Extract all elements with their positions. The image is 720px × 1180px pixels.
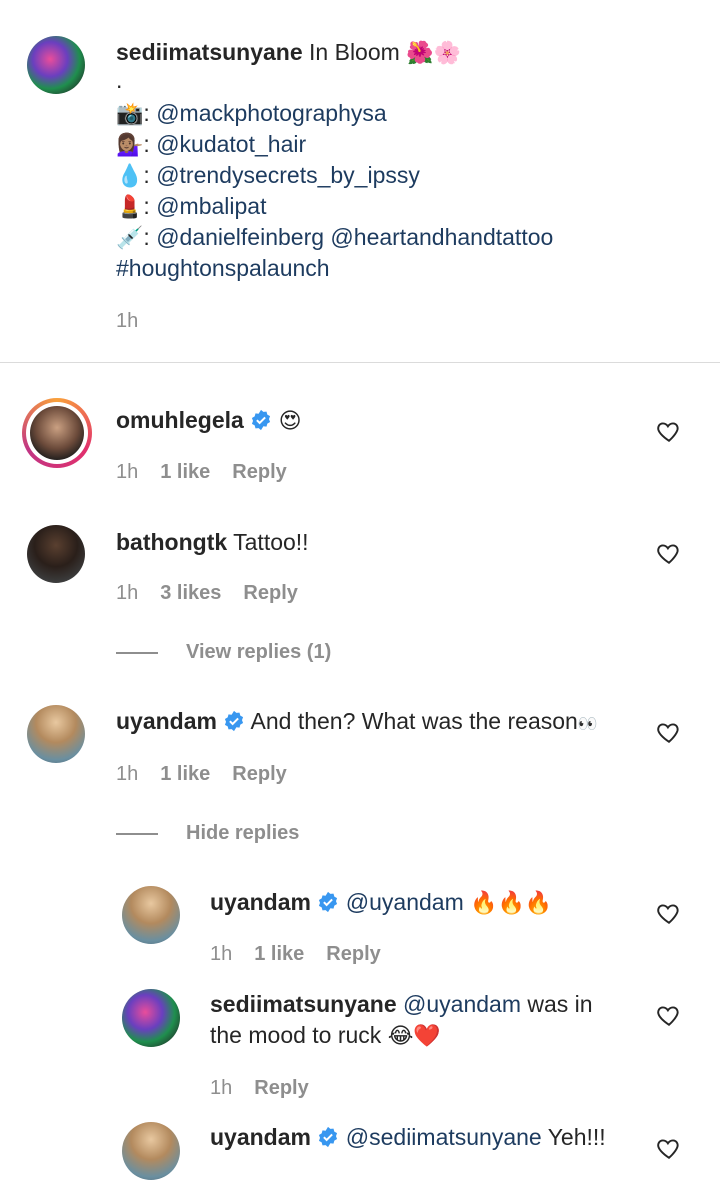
reply-username[interactable]: uyandam <box>210 1124 311 1150</box>
like-heart-icon[interactable] <box>656 1002 682 1028</box>
reply-username[interactable]: sediimatsunyane <box>210 991 397 1017</box>
syringe-icon: 💉 <box>116 225 144 250</box>
comment-likes[interactable]: 3 likes <box>160 582 221 604</box>
caption-dot: . <box>116 67 123 93</box>
reply-meta: 1h Reply <box>210 1077 331 1100</box>
comment-meta: 1h 1 like Reply <box>116 763 309 786</box>
commenter-avatar[interactable] <box>22 398 92 468</box>
commenter-avatar[interactable] <box>122 989 180 1047</box>
commenter-avatar[interactable] <box>122 1122 180 1180</box>
credit-line: 💧: @trendysecrets_by_ipssy <box>116 160 420 191</box>
reply-meta: 1h 1 like Reply <box>210 943 403 966</box>
reply-likes[interactable]: 1 like <box>254 943 304 965</box>
comment-time: 1h <box>116 461 139 483</box>
reply-text: Yeh!!! <box>547 1124 606 1150</box>
mention-link[interactable]: @uyandam <box>403 991 521 1017</box>
caption-text: In Bloom <box>309 39 400 65</box>
credit-handle[interactable]: @trendysecrets_by_ipssy <box>156 162 420 188</box>
reply-button[interactable]: Reply <box>232 763 286 785</box>
verified-badge-icon <box>319 1126 338 1148</box>
reply-body: uyandam @sediimatsunyane Yeh!!! <box>210 1122 606 1153</box>
credit-line: 💉: @danielfeinberg @heartandhandtattoo <box>116 222 553 253</box>
replies-line <box>116 652 158 654</box>
reply-button[interactable]: Reply <box>254 1077 308 1099</box>
mention-link[interactable]: @uyandam <box>346 889 464 915</box>
hide-replies-button[interactable]: Hide replies <box>186 822 299 845</box>
reply-text: the mood to ruck <box>210 1022 382 1048</box>
like-heart-icon[interactable] <box>656 900 682 926</box>
mention-link[interactable]: @sediimatsunyane <box>346 1124 542 1150</box>
comment-meta: 1h 3 likes Reply <box>116 582 320 605</box>
verified-badge-icon <box>225 710 244 732</box>
credit-handle[interactable]: @kudatot_hair <box>156 131 306 157</box>
replies-line <box>116 833 158 835</box>
heart-eyes-emoji: 😍 <box>278 408 302 433</box>
droplet-icon: 💧 <box>116 163 144 188</box>
caption-emoji: 🌺🌸 <box>406 40 461 65</box>
verified-badge-icon <box>252 409 271 431</box>
verified-badge-icon <box>319 891 338 913</box>
lipstick-icon: 💄 <box>116 194 144 219</box>
caption-first-line: sediimatsunyane In Bloom 🌺🌸 <box>116 37 461 68</box>
camera-icon: 📸 <box>116 101 144 126</box>
comment-username[interactable]: uyandam <box>116 708 217 734</box>
credit-handle[interactable]: @danielfeinberg @heartandhandtattoo <box>156 224 553 250</box>
credit-line: 📸: @mackphotographysa <box>116 98 387 129</box>
caption-hashtag[interactable]: #houghtonspalaunch <box>116 253 330 284</box>
like-heart-icon[interactable] <box>656 719 682 745</box>
caption-username[interactable]: sediimatsunyane <box>116 39 303 65</box>
comment-likes[interactable]: 1 like <box>160 763 210 785</box>
reply-body: sediimatsunyane @uyandam was in <box>210 989 593 1020</box>
credit-line: 💁🏽‍♀️: @kudatot_hair <box>116 129 306 160</box>
comment-text: Tattoo!! <box>233 529 309 555</box>
comment-meta: 1h 1 like Reply <box>116 461 309 484</box>
hair-icon: 💁🏽‍♀️ <box>116 132 144 157</box>
reply-text: was in <box>527 991 593 1017</box>
laugh-heart-emoji: 😂❤️ <box>387 1023 441 1048</box>
reply-time: 1h <box>210 1077 233 1099</box>
reply-body-line2: the mood to ruck 😂❤️ <box>210 1020 441 1051</box>
comment-username[interactable]: bathongtk <box>116 529 227 555</box>
commenter-avatar[interactable] <box>122 886 180 944</box>
reply-time: 1h <box>210 943 233 965</box>
like-heart-icon[interactable] <box>656 540 682 566</box>
commenter-avatar[interactable] <box>27 525 85 583</box>
reply-body: uyandam @uyandam 🔥🔥🔥 <box>210 887 552 918</box>
reply-button[interactable]: Reply <box>326 943 380 965</box>
comment-username[interactable]: omuhlegela <box>116 407 244 433</box>
credit-line: 💄: @mbalipat <box>116 191 266 222</box>
credit-handle[interactable]: @mackphotographysa <box>156 100 386 126</box>
comment-time: 1h <box>116 763 139 785</box>
comment-text: And then? What was the reason <box>250 708 578 734</box>
caption-time: 1h <box>116 310 139 332</box>
reply-button[interactable]: Reply <box>243 582 297 604</box>
caption-avatar[interactable] <box>27 36 85 94</box>
fire-emoji: 🔥🔥🔥 <box>470 890 553 915</box>
credit-handle[interactable]: @mbalipat <box>156 193 266 219</box>
view-replies-button[interactable]: View replies (1) <box>186 641 331 664</box>
commenter-avatar[interactable] <box>27 705 85 763</box>
comment-body: omuhlegela 😍 <box>116 405 302 436</box>
comment-body: uyandam And then? What was the reason👀 <box>116 706 598 740</box>
reply-username[interactable]: uyandam <box>210 889 311 915</box>
caption-divider <box>0 362 720 363</box>
reply-button[interactable]: Reply <box>232 461 286 483</box>
comment-likes[interactable]: 1 like <box>160 461 210 483</box>
like-heart-icon[interactable] <box>656 1135 682 1161</box>
comment-body: bathongtk Tattoo!! <box>116 527 309 558</box>
comment-time: 1h <box>116 582 139 604</box>
like-heart-icon[interactable] <box>656 418 682 444</box>
eyes-emoji: 👀 <box>577 716 598 733</box>
